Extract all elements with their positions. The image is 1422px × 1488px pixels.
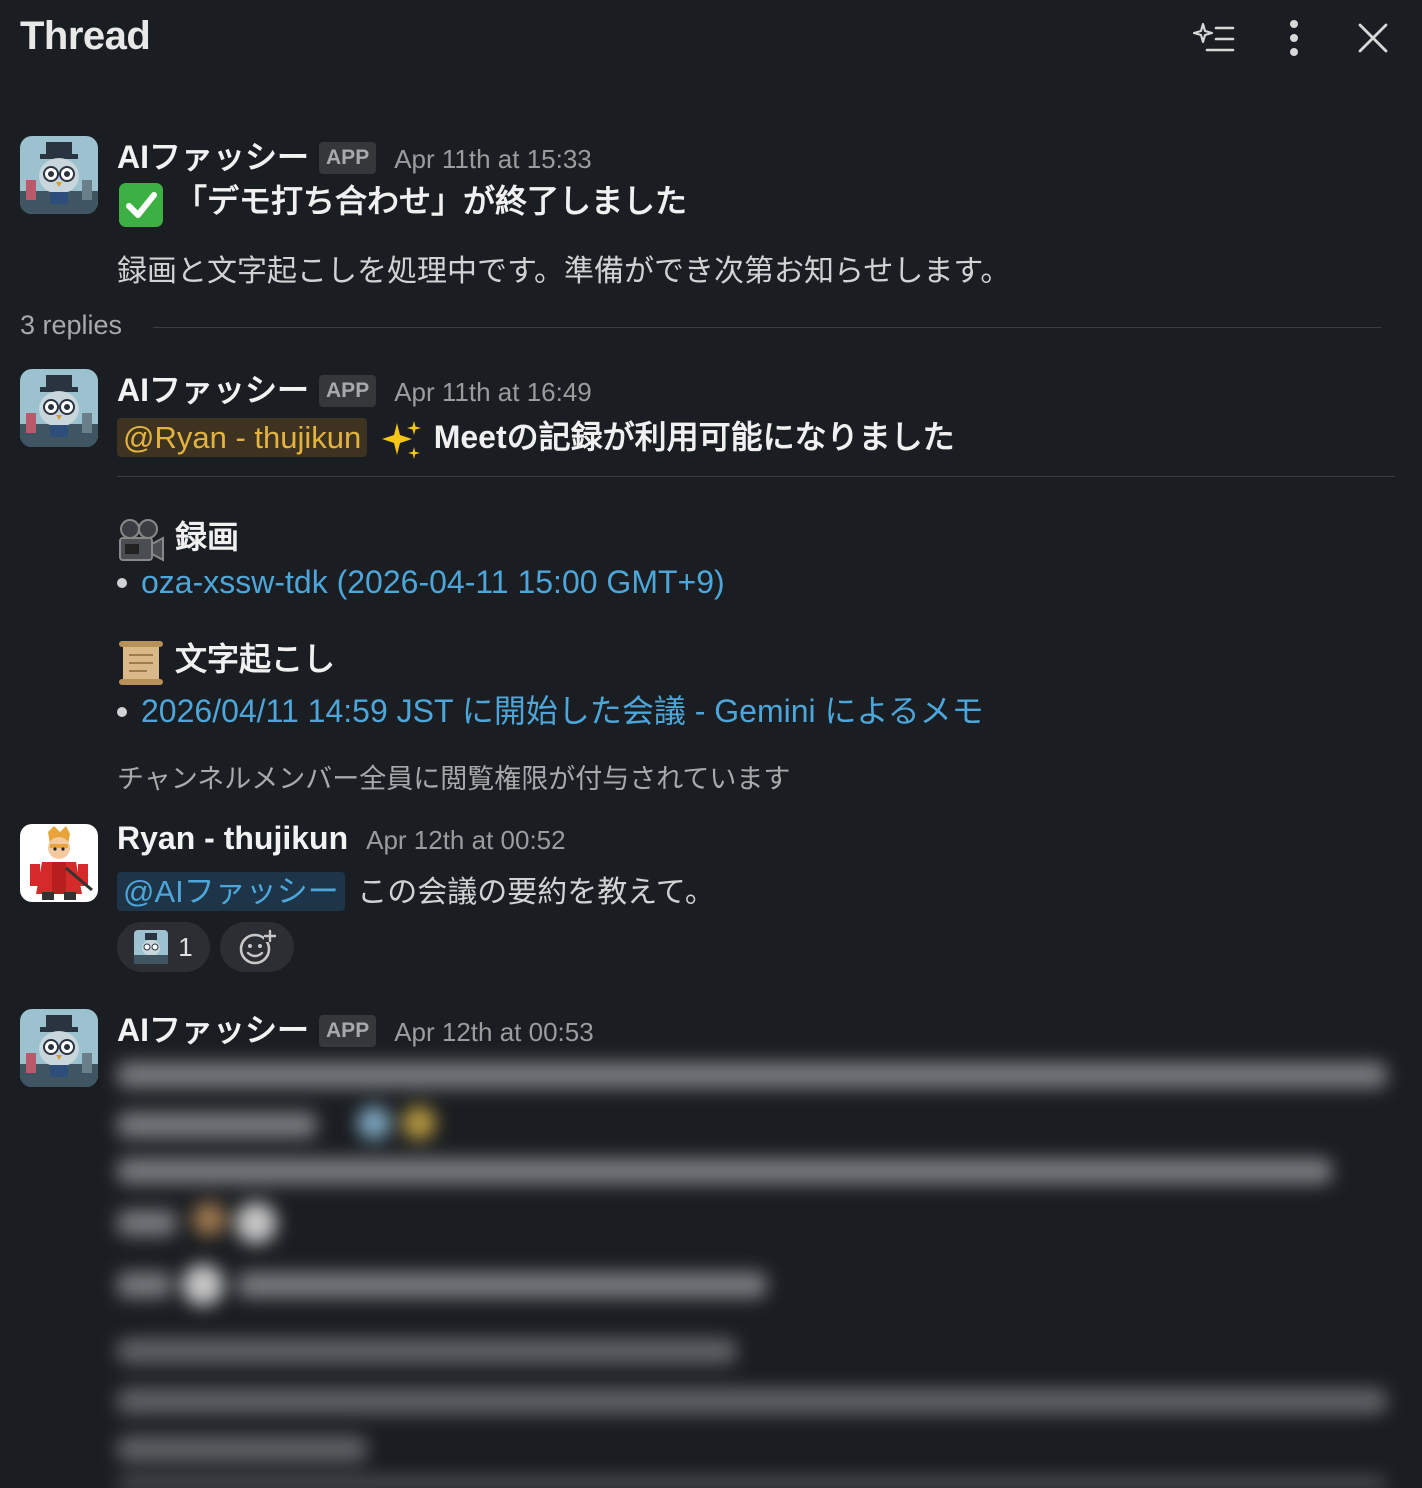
avatar[interactable] <box>20 136 98 214</box>
user-mention[interactable]: @Ryan - thujikun <box>117 418 368 457</box>
app-badge: APP <box>319 1015 377 1047</box>
bullet <box>117 578 127 588</box>
message-title: Meetの記録が利用可能になりました <box>433 419 955 455</box>
sender-name[interactable]: AIファッシー <box>117 365 309 411</box>
close-icon[interactable] <box>1349 14 1397 62</box>
section-divider <box>117 476 1395 477</box>
message-body-line: @AIファッシー この会議の要約を教えて。 <box>117 866 715 911</box>
transcript-link[interactable]: 2026/04/11 14:59 JST に開始した会議 - Gemini によ… <box>141 693 984 729</box>
message-title-line: @Ryan - thujikun Meetの記録が利用可能になりました <box>117 412 955 468</box>
scroll-icon <box>117 639 165 692</box>
transcript-heading-line: 文字起こし <box>117 634 335 692</box>
timestamp[interactable]: Apr 11th at 16:49 <box>394 377 592 408</box>
message-header: AIファッシー APP Apr 11th at 16:49 <box>117 365 592 411</box>
sparkle-list-icon[interactable] <box>1190 14 1238 62</box>
timestamp[interactable]: Apr 12th at 00:52 <box>366 825 565 856</box>
add-reaction-button[interactable] <box>220 922 294 972</box>
timestamp[interactable]: Apr 12th at 00:53 <box>394 1017 593 1048</box>
replies-count: 3 replies <box>20 310 123 340</box>
sender-name[interactable]: AIファッシー <box>117 132 309 178</box>
add-reaction-icon <box>239 929 276 965</box>
message-header: AIファッシー APP Apr 11th at 15:33 <box>117 132 592 178</box>
thread-header: Thread <box>0 0 1422 80</box>
avatar[interactable] <box>20 369 98 447</box>
bullet <box>117 707 127 717</box>
message-header: AIファッシー APP Apr 12th at 00:53 <box>117 1005 594 1051</box>
message-header: Ryan - thujikun Apr 12th at 00:52 <box>117 820 566 857</box>
replies-divider <box>153 327 1381 328</box>
sender-name[interactable]: AIファッシー <box>117 1005 309 1051</box>
blurred-message-content <box>117 1050 1407 1488</box>
app-badge: APP <box>319 142 377 174</box>
recording-heading-line: 録画 <box>117 512 239 569</box>
message-body: この会議の要約を教えて。 <box>357 876 715 909</box>
avatar[interactable] <box>20 1009 98 1087</box>
timestamp[interactable]: Apr 11th at 15:33 <box>394 144 592 175</box>
movie-camera-icon <box>117 518 165 569</box>
permission-note: チャンネルメンバー全員に閲覧権限が付与されています <box>117 764 791 794</box>
message-title: 「デモ打ち合わせ」が終了しました <box>175 183 688 219</box>
recording-heading: 録画 <box>175 519 240 555</box>
reaction-avatar-icon <box>134 930 169 964</box>
reaction-count: 1 <box>178 931 193 962</box>
more-vertical-icon[interactable] <box>1270 14 1318 62</box>
recording-link[interactable]: oza-xssw-tdk (2026-04-11 15:00 GMT+9) <box>141 564 725 600</box>
transcript-list-item: 2026/04/11 14:59 JST に開始した会議 - Gemini によ… <box>117 686 984 732</box>
check-mark-icon <box>117 181 165 234</box>
message-body: 録画と文字起こしを処理中です。準備ができ次第お知らせします。 <box>117 255 1011 288</box>
sparkles-icon <box>380 419 424 468</box>
message-title-line: 「デモ打ち合わせ」が終了しました <box>117 176 687 234</box>
sender-name[interactable]: Ryan - thujikun <box>117 820 348 857</box>
thread-title: Thread <box>20 14 151 58</box>
recording-list-item: oza-xssw-tdk (2026-04-11 15:00 GMT+9) <box>117 564 725 601</box>
app-mention[interactable]: @AIファッシー <box>117 872 345 911</box>
transcript-heading: 文字起こし <box>175 641 336 677</box>
avatar[interactable] <box>20 824 98 902</box>
reaction-chip[interactable]: 1 <box>117 922 210 972</box>
app-badge: APP <box>319 375 377 407</box>
